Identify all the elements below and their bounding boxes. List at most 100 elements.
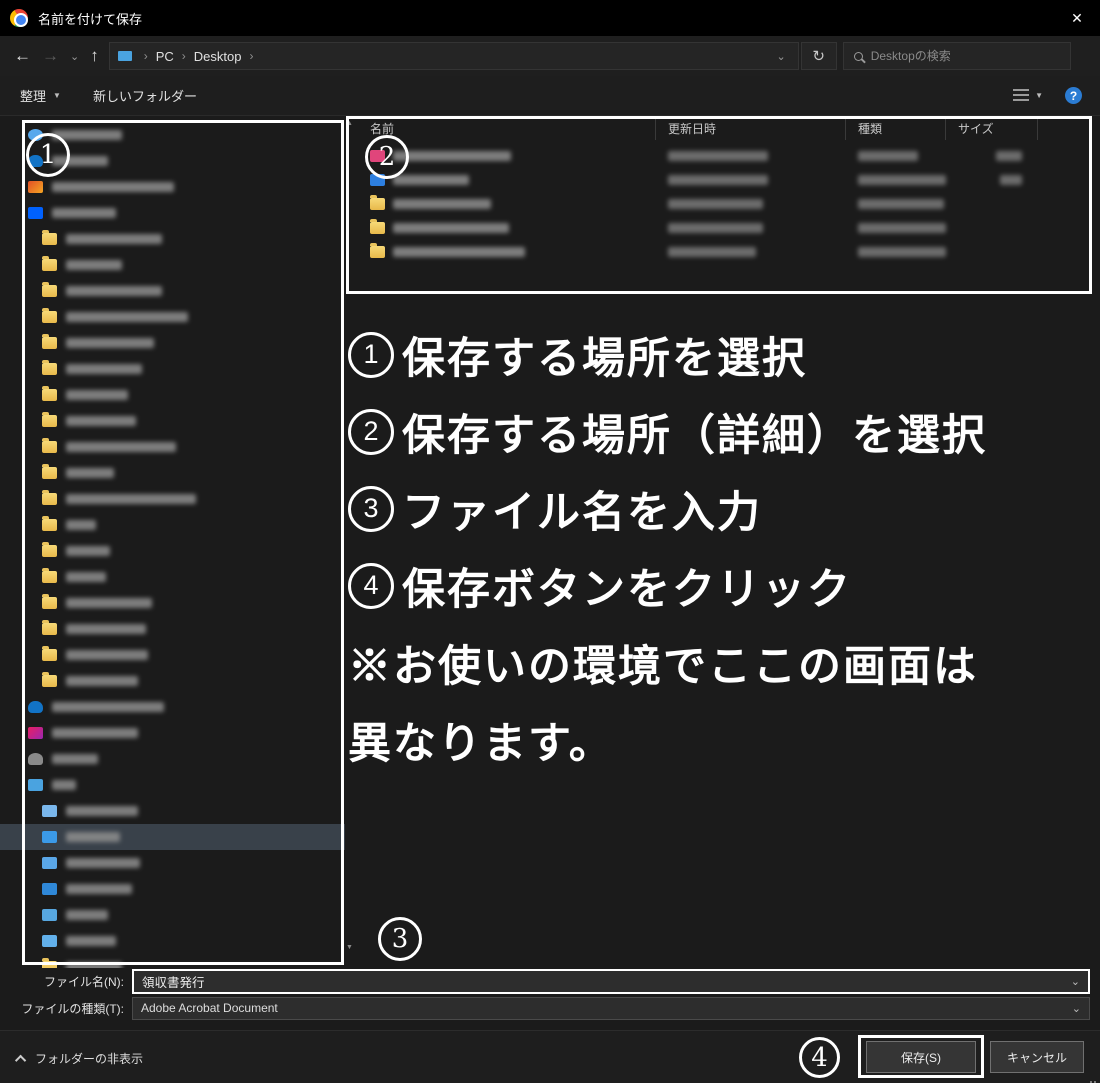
sidebar-item[interactable]	[0, 252, 345, 278]
sidebar-item[interactable]	[0, 434, 345, 460]
sidebar-item[interactable]	[0, 382, 345, 408]
dialog-content: ▲ ▼ 名前更新日時種類サイズ	[0, 116, 1100, 968]
column-header-2[interactable]: 種類	[846, 116, 946, 140]
sidebar-item[interactable]	[0, 330, 345, 356]
sidebar-item[interactable]	[0, 174, 345, 200]
forward-icon[interactable]: →	[42, 46, 59, 66]
column-header-0[interactable]: 名前	[358, 116, 656, 140]
folder-icon	[370, 198, 385, 210]
chevron-down-icon: ⌄	[1072, 1002, 1081, 1015]
folder-icon	[42, 389, 57, 401]
objects-icon	[42, 805, 57, 817]
documents-icon	[42, 857, 57, 869]
filename-label: ファイル名(N):	[0, 973, 132, 990]
sidebar-item[interactable]	[0, 616, 345, 642]
save-button[interactable]: 保存(S)	[866, 1041, 976, 1073]
sidebar-item[interactable]	[0, 772, 345, 798]
blurred-text	[668, 199, 763, 209]
file-blue-icon	[370, 174, 385, 186]
star-icon	[28, 129, 43, 141]
sidebar-item[interactable]	[0, 850, 345, 876]
file-row[interactable]	[358, 216, 1100, 240]
back-icon[interactable]: ←	[14, 46, 31, 66]
blurred-text	[858, 199, 944, 209]
sidebar-item[interactable]	[0, 694, 345, 720]
search-box[interactable]	[843, 42, 1071, 70]
history-dropdown-icon[interactable]: ⌄	[70, 50, 79, 63]
blurred-folder-name	[66, 572, 106, 582]
resize-grip[interactable]	[1094, 1077, 1096, 1079]
column-header-3[interactable]: サイズ	[946, 116, 1038, 140]
organize-button[interactable]: 整理 ▼	[0, 86, 77, 105]
filetype-select[interactable]: Adobe Acrobat Document ⌄	[132, 997, 1090, 1020]
sidebar-item[interactable]	[0, 200, 345, 226]
hide-folders-button[interactable]: フォルダーの非表示	[18, 1050, 143, 1067]
sidebar-item[interactable]	[0, 720, 345, 746]
sidebar-item[interactable]	[0, 304, 345, 330]
desktop-icon	[42, 831, 57, 843]
sidebar-item[interactable]	[0, 954, 345, 968]
blurred-folder-name	[66, 260, 122, 270]
sidebar-item[interactable]	[0, 486, 345, 512]
title-bar: 名前を付けて保存 ✕	[0, 0, 1100, 36]
sidebar-item[interactable]	[0, 590, 345, 616]
folder-icon	[42, 519, 57, 531]
search-input[interactable]	[871, 49, 1060, 63]
scroll-down-icon[interactable]: ▼	[346, 944, 353, 951]
sidebar-item[interactable]	[0, 538, 345, 564]
sidebar-item[interactable]	[0, 148, 345, 174]
sidebar-item[interactable]	[0, 122, 345, 148]
blurred-text	[393, 223, 509, 233]
cloud-icon	[28, 701, 43, 713]
file-row[interactable]	[358, 240, 1100, 264]
file-row[interactable]	[358, 192, 1100, 216]
column-header-1[interactable]: 更新日時	[656, 116, 846, 140]
folder-icon	[42, 467, 57, 479]
file-list-rows	[358, 140, 1100, 264]
blurred-folder-name	[66, 442, 176, 452]
scroll-up-icon[interactable]: ▲	[346, 120, 353, 127]
sidebar-item[interactable]	[0, 928, 345, 954]
sidebar-item[interactable]	[0, 356, 345, 382]
blurred-folder-name	[66, 676, 138, 686]
help-button[interactable]: ?	[1065, 87, 1082, 104]
breadcrumb-item-pc[interactable]: PC	[156, 49, 174, 64]
sidebar-item[interactable]	[0, 746, 345, 772]
blurred-folder-name	[66, 858, 140, 868]
sidebar-item[interactable]	[0, 564, 345, 590]
sidebar-item[interactable]	[0, 798, 345, 824]
folder-icon	[42, 545, 57, 557]
sidebar-item[interactable]	[0, 902, 345, 928]
sidebar-item[interactable]	[0, 226, 345, 252]
close-button[interactable]: ✕	[1054, 0, 1100, 36]
sidebar-item-selected[interactable]	[0, 824, 345, 850]
blurred-folder-name	[66, 936, 116, 946]
sidebar-item[interactable]	[0, 408, 345, 434]
sidebar-item[interactable]	[0, 876, 345, 902]
view-options-button[interactable]: ▼	[1013, 89, 1043, 102]
command-toolbar: 整理 ▼ 新しいフォルダー ▼ ?	[0, 76, 1100, 116]
blurred-text	[858, 247, 946, 257]
refresh-button[interactable]: ↻	[801, 42, 837, 70]
blurred-folder-name	[66, 650, 148, 660]
up-icon[interactable]: ↑	[90, 46, 99, 66]
pc-icon	[118, 51, 132, 61]
sidebar-item[interactable]	[0, 460, 345, 486]
breadcrumb-item-desktop[interactable]: Desktop	[194, 49, 242, 64]
sidebar-item[interactable]	[0, 278, 345, 304]
address-dropdown-icon[interactable]: ⌄	[777, 50, 790, 63]
breadcrumb[interactable]: › PC › Desktop › ⌄	[109, 42, 799, 70]
blurred-text	[858, 151, 918, 161]
sidebar-item[interactable]	[0, 668, 345, 694]
blurred-text	[996, 151, 1022, 161]
folder-icon	[42, 961, 57, 968]
cancel-button[interactable]: キャンセル	[990, 1041, 1084, 1073]
filename-input[interactable]	[134, 974, 1071, 988]
file-row[interactable]	[358, 144, 1100, 168]
file-row[interactable]	[358, 168, 1100, 192]
chevron-down-icon[interactable]: ⌄	[1071, 975, 1088, 988]
new-folder-button[interactable]: 新しいフォルダー	[77, 86, 213, 105]
sidebar-item[interactable]	[0, 512, 345, 538]
blurred-folder-name	[66, 910, 108, 920]
sidebar-item[interactable]	[0, 642, 345, 668]
